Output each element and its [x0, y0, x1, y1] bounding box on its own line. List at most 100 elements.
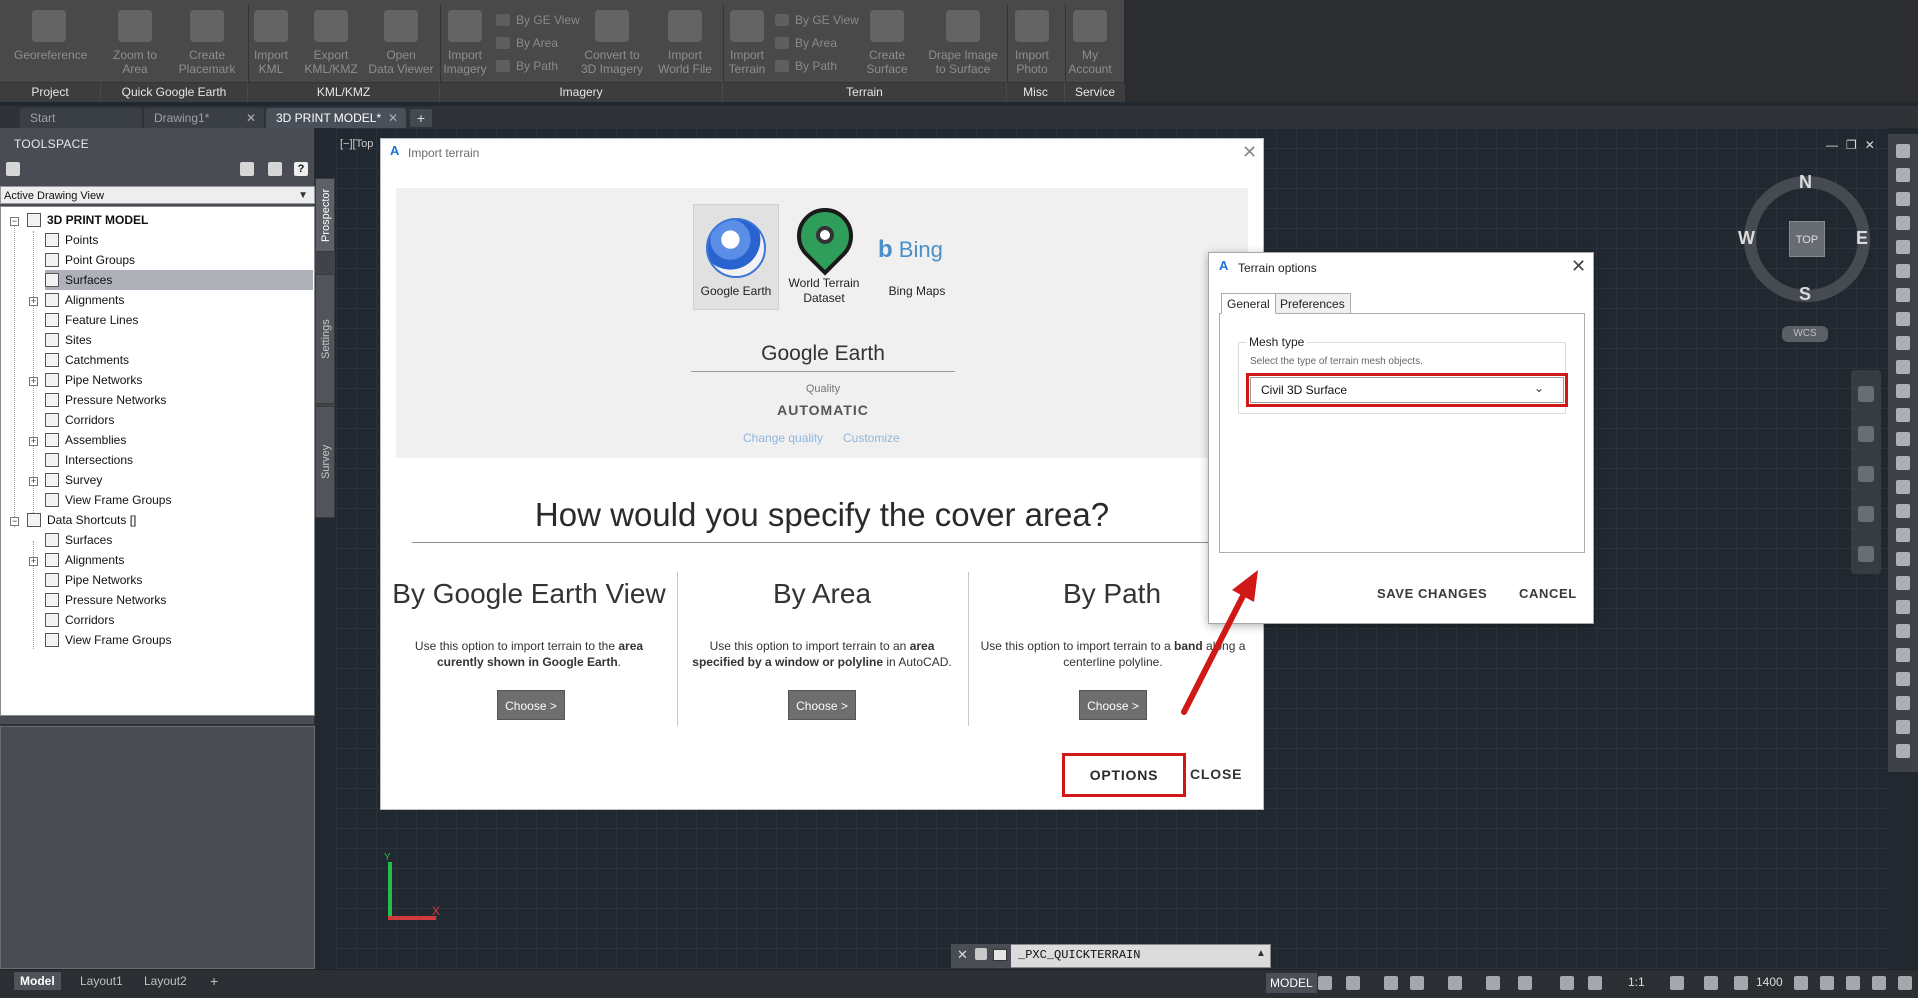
- tree-node-3d-print-model[interactable]: 3D PRINT MODEL: [27, 210, 148, 230]
- tool-icon[interactable]: [1896, 384, 1910, 398]
- tree-node-feature-lines[interactable]: Feature Lines: [45, 310, 138, 330]
- tree-node-ds-alignments[interactable]: Alignments: [45, 550, 124, 570]
- tree-node-catchments[interactable]: Catchments: [45, 350, 129, 370]
- tab-model[interactable]: Model: [14, 972, 61, 990]
- tree-node-pipe-networks[interactable]: Pipe Networks: [45, 370, 142, 390]
- close-icon[interactable]: ✕: [957, 947, 968, 963]
- osnap-icon[interactable]: [1448, 976, 1462, 990]
- tree-node-ds-surfaces[interactable]: Surfaces: [45, 530, 112, 550]
- choose-by-area-button[interactable]: Choose >: [788, 690, 856, 720]
- my-account-button[interactable]: My Account: [1056, 6, 1124, 78]
- customize-icon[interactable]: [1898, 976, 1912, 990]
- close-button[interactable]: CLOSE: [1190, 766, 1242, 782]
- tool-icon[interactable]: [1896, 744, 1910, 758]
- tree-node-ds-pressure-networks[interactable]: Pressure Networks: [45, 590, 166, 610]
- terrain-by-ge-view[interactable]: By GE View: [775, 10, 859, 30]
- zoom-to-area-button[interactable]: Zoom to Area: [100, 6, 170, 78]
- bing-logo-icon[interactable]: b Bing: [878, 236, 943, 264]
- tool-icon[interactable]: [1896, 408, 1910, 422]
- viewport-window-controls[interactable]: —❐✕: [1826, 138, 1883, 152]
- import-terrain-button[interactable]: Import Terrain: [712, 6, 782, 78]
- ribbon-group-project[interactable]: Project: [0, 82, 100, 102]
- tool-icon[interactable]: [1896, 288, 1910, 302]
- layers-icon[interactable]: [1734, 976, 1748, 990]
- tool-icon[interactable]: [1896, 216, 1910, 230]
- tab-general[interactable]: General: [1221, 293, 1276, 314]
- tool-icon[interactable]: [1896, 696, 1910, 710]
- tool-icon[interactable]: [1896, 480, 1910, 494]
- tab-3d-print-model[interactable]: 3D PRINT MODEL* ✕: [266, 108, 406, 128]
- ortho-icon[interactable]: [1384, 976, 1398, 990]
- close-tab-icon[interactable]: ✕: [388, 108, 398, 128]
- tab-drawing1[interactable]: Drawing1* ✕: [144, 108, 264, 128]
- expand-icon[interactable]: +: [29, 377, 38, 386]
- toolspace-settings-icon[interactable]: [6, 162, 20, 176]
- tool-icon[interactable]: [1896, 144, 1910, 158]
- close-icon[interactable]: ✕: [1571, 256, 1586, 277]
- wcs-menu[interactable]: WCS: [1782, 326, 1828, 342]
- plus-icon[interactable]: [1704, 976, 1718, 990]
- tool-icon[interactable]: [1896, 312, 1910, 326]
- choose-by-path-button[interactable]: Choose >: [1079, 690, 1147, 720]
- tab-settings[interactable]: Settings: [315, 274, 335, 404]
- tab-prospector[interactable]: Prospector: [315, 178, 335, 252]
- help-icon[interactable]: ?: [294, 162, 308, 176]
- tool-icon[interactable]: [1896, 528, 1910, 542]
- drape-image-button[interactable]: Drape Image to Surface: [928, 6, 998, 78]
- open-data-viewer-button[interactable]: Open Data Viewer: [366, 6, 436, 78]
- tree-node-surfaces[interactable]: Surfaces: [45, 270, 313, 290]
- tool-icon[interactable]: [1896, 240, 1910, 254]
- snap-icon[interactable]: [1346, 976, 1360, 990]
- add-layout-plus-icon[interactable]: +: [204, 972, 224, 990]
- zoom-extents-icon[interactable]: [1858, 466, 1874, 482]
- isometric-icon[interactable]: [1486, 976, 1500, 990]
- annotation-scale[interactable]: 1:1: [1628, 975, 1645, 989]
- tool-icon[interactable]: [1896, 648, 1910, 662]
- options-button[interactable]: OPTIONS: [1062, 753, 1186, 797]
- export-kml-button[interactable]: Export KML/KMZ: [296, 6, 366, 78]
- compass-north[interactable]: N: [1799, 172, 1812, 193]
- convert-3d-imagery-button[interactable]: Convert to 3D Imagery: [577, 6, 647, 78]
- ribbon-group-imagery[interactable]: Imagery: [440, 82, 722, 102]
- tree-node-assemblies[interactable]: Assemblies: [45, 430, 126, 450]
- auto-scale-icon[interactable]: [1588, 976, 1602, 990]
- tool-icon[interactable]: [1896, 336, 1910, 350]
- tree-node-sites[interactable]: Sites: [45, 330, 92, 350]
- tool-icon[interactable]: [1896, 264, 1910, 278]
- tool-icon[interactable]: [1896, 192, 1910, 206]
- grid-icon[interactable]: [1318, 976, 1332, 990]
- model-space-button[interactable]: MODEL: [1266, 973, 1317, 993]
- annotation-visibility-icon[interactable]: [1560, 976, 1574, 990]
- toolspace-tree-icon[interactable]: [240, 162, 254, 176]
- tool-icon[interactable]: [1896, 600, 1910, 614]
- tab-start[interactable]: Start: [20, 108, 142, 128]
- tree-node-alignments[interactable]: Alignments: [45, 290, 124, 310]
- drawing-view-select[interactable]: Active Drawing View ▼: [0, 186, 315, 204]
- orbit-icon[interactable]: [1858, 506, 1874, 522]
- expand-icon[interactable]: +: [29, 557, 38, 566]
- expand-icon[interactable]: +: [29, 437, 38, 446]
- tool-icon[interactable]: [1896, 552, 1910, 566]
- polar-icon[interactable]: [1410, 976, 1424, 990]
- cancel-button[interactable]: CANCEL: [1519, 586, 1577, 601]
- expand-icon[interactable]: +: [29, 477, 38, 486]
- viewport-label[interactable]: [−][Top: [340, 138, 373, 150]
- collapse-icon[interactable]: −: [10, 217, 19, 226]
- imagery-by-area[interactable]: By Area: [496, 33, 558, 53]
- ribbon-group-service[interactable]: Service: [1065, 82, 1125, 102]
- tree-node-points[interactable]: Points: [45, 230, 98, 250]
- showmotion-icon[interactable]: [1858, 546, 1874, 562]
- hardware-acceleration-icon[interactable]: [1794, 976, 1808, 990]
- terrain-by-area[interactable]: By Area: [775, 33, 837, 53]
- tree-node-ds-pipe-networks[interactable]: Pipe Networks: [45, 570, 142, 590]
- close-tab-icon[interactable]: ✕: [246, 108, 256, 128]
- change-quality-link[interactable]: Change quality: [743, 431, 823, 445]
- wrench-icon[interactable]: [975, 948, 987, 960]
- tree-node-ds-view-frame-groups[interactable]: View Frame Groups: [45, 630, 171, 650]
- workspace-gear-icon[interactable]: [1670, 976, 1684, 990]
- ribbon-group-kml-kmz[interactable]: KML/KMZ: [248, 82, 439, 102]
- tool-icon[interactable]: [1896, 720, 1910, 734]
- steering-wheel-icon[interactable]: [1858, 386, 1874, 402]
- compass-west[interactable]: W: [1738, 228, 1755, 249]
- compass-east[interactable]: E: [1856, 228, 1868, 249]
